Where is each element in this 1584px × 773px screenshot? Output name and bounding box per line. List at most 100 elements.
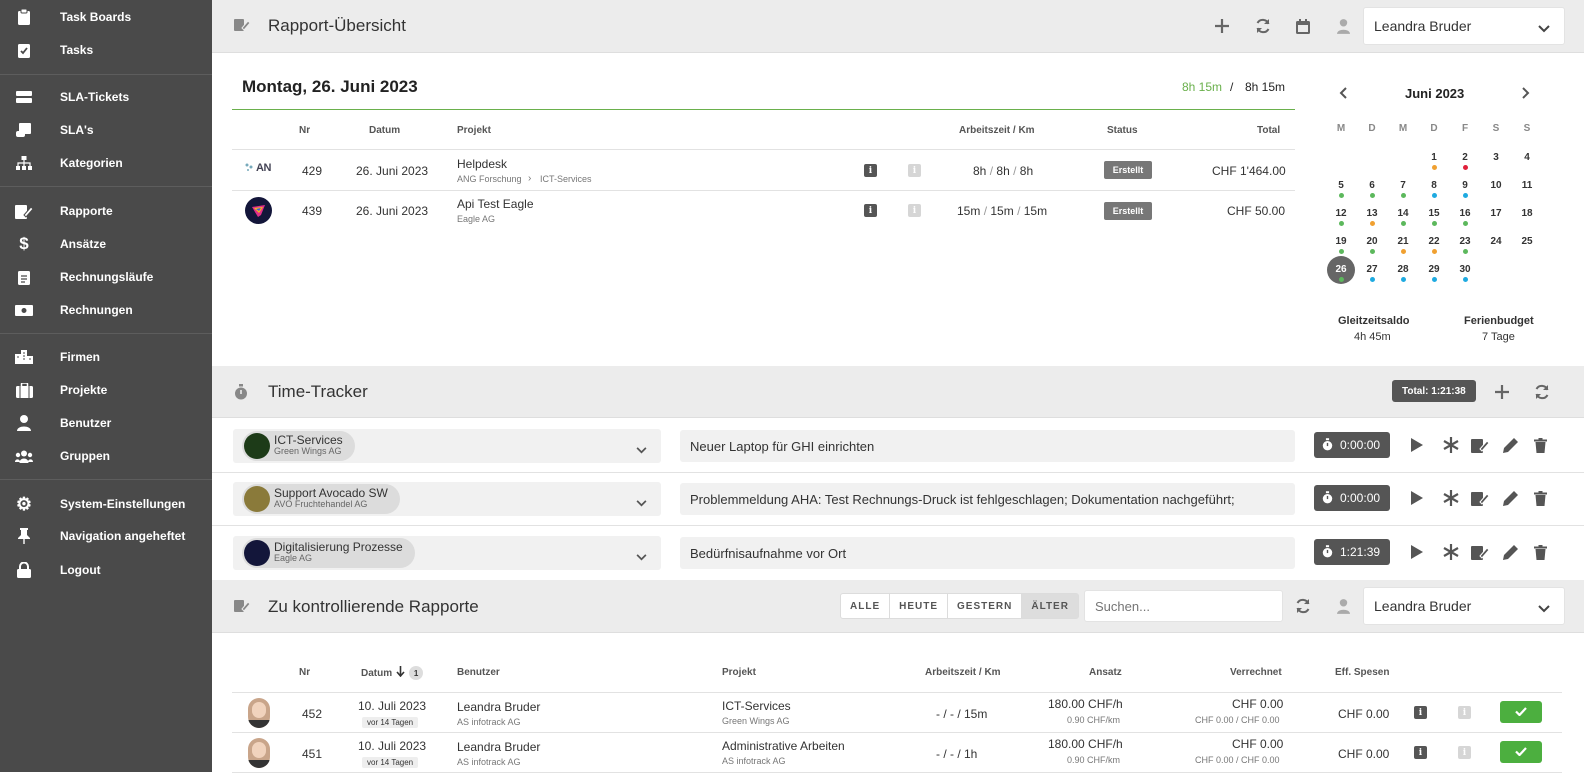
- divider: [212, 472, 1584, 473]
- approve-button[interactable]: [1500, 701, 1542, 723]
- info-icon[interactable]: i: [864, 164, 877, 177]
- calendar-day[interactable]: 24: [1486, 236, 1506, 247]
- col-benutzer: Benutzer: [457, 667, 500, 678]
- sidebar-item-kategorien[interactable]: Kategorien: [0, 148, 212, 178]
- play-icon[interactable]: [1407, 435, 1427, 455]
- filter-heute[interactable]: HEUTE: [890, 594, 949, 618]
- calendar-day[interactable]: 6: [1362, 180, 1382, 191]
- info-icon[interactable]: i: [908, 204, 921, 217]
- info-icon[interactable]: i: [1458, 706, 1471, 719]
- sidebar-item-task-boards[interactable]: Task Boards: [0, 2, 212, 32]
- calendar-day[interactable]: 5: [1331, 180, 1351, 191]
- project-select[interactable]: Digitalisierung Prozesse Eagle AG: [233, 536, 661, 570]
- calendar-day[interactable]: 11: [1517, 180, 1537, 191]
- calendar-day[interactable]: 13: [1362, 208, 1382, 219]
- pencil-icon[interactable]: [1500, 435, 1520, 455]
- calendar-day[interactable]: 2: [1455, 152, 1475, 163]
- calendar-day[interactable]: 20: [1362, 236, 1382, 247]
- calendar-day[interactable]: 29: [1424, 264, 1444, 275]
- filter-gestern[interactable]: GESTERN: [948, 594, 1023, 618]
- calendar-day[interactable]: 7: [1393, 180, 1413, 191]
- project-select[interactable]: Support Avocado SW AVO Fruchtehandel AG: [233, 482, 661, 516]
- calendar-day[interactable]: 25: [1517, 236, 1537, 247]
- calendar-day[interactable]: 9: [1455, 180, 1475, 191]
- refresh-icon[interactable]: [1252, 15, 1274, 37]
- add-icon[interactable]: [1491, 381, 1513, 403]
- asterisk-icon[interactable]: [1441, 542, 1461, 562]
- calendar-day[interactable]: 4: [1517, 152, 1537, 163]
- calendar-day[interactable]: 3: [1486, 152, 1506, 163]
- add-icon[interactable]: [1211, 15, 1233, 37]
- sidebar-item-rechnungslaeufe[interactable]: Rechnungsläufe: [0, 262, 212, 292]
- info-icon[interactable]: i: [1414, 706, 1427, 719]
- calendar-day[interactable]: 18: [1517, 208, 1537, 219]
- report-edit-icon[interactable]: [1470, 542, 1490, 562]
- filter-alle[interactable]: ALLE: [841, 594, 891, 618]
- calendar-day[interactable]: 26: [1331, 264, 1351, 275]
- calendar-day[interactable]: 28: [1393, 264, 1413, 275]
- calendar-day[interactable]: 17: [1486, 208, 1506, 219]
- calendar-day[interactable]: 21: [1393, 236, 1413, 247]
- description-field[interactable]: Problemmeldung AHA: Test Rechnungs-Druck…: [680, 483, 1295, 515]
- sidebar-item-navigation-angeheftet[interactable]: Navigation angeheftet: [0, 521, 212, 551]
- info-icon[interactable]: i: [908, 164, 921, 177]
- trash-icon[interactable]: [1530, 488, 1550, 508]
- sidebar-item-benutzer[interactable]: Benutzer: [0, 408, 212, 438]
- calendar-day[interactable]: 12: [1331, 208, 1351, 219]
- info-icon[interactable]: i: [1414, 746, 1427, 759]
- asterisk-icon[interactable]: [1441, 435, 1461, 455]
- info-icon[interactable]: i: [1458, 746, 1471, 759]
- calendar-day[interactable]: 16: [1455, 208, 1475, 219]
- pencil-icon[interactable]: [1500, 542, 1520, 562]
- user-select[interactable]: Leandra Bruder: [1363, 7, 1565, 45]
- play-icon[interactable]: [1407, 542, 1427, 562]
- calendar-day[interactable]: 27: [1362, 264, 1382, 275]
- sidebar-item-ansaetze[interactable]: $ Ansätze: [0, 229, 212, 259]
- pencil-icon[interactable]: [1500, 488, 1520, 508]
- trash-icon[interactable]: [1530, 542, 1550, 562]
- timer-display[interactable]: 0:00:00: [1314, 485, 1390, 511]
- chevron-left-icon[interactable]: [1332, 82, 1354, 104]
- timer-display[interactable]: 1:21:39: [1314, 539, 1390, 565]
- calendar-icon[interactable]: [1292, 15, 1314, 37]
- col-datum-sort[interactable]: Datum 1: [361, 664, 424, 682]
- user-select[interactable]: Leandra Bruder: [1363, 587, 1565, 625]
- sidebar-item-projekte[interactable]: Projekte: [0, 375, 212, 405]
- asterisk-icon[interactable]: [1441, 488, 1461, 508]
- calendar-day[interactable]: 23: [1455, 236, 1475, 247]
- sidebar-item-rapporte[interactable]: Rapporte: [0, 196, 212, 226]
- sidebar-item-system-einstellungen[interactable]: ⚙ System-Einstellungen: [0, 489, 212, 519]
- calendar-day[interactable]: 14: [1393, 208, 1413, 219]
- refresh-icon[interactable]: [1292, 595, 1314, 617]
- calendar-day[interactable]: 8: [1424, 180, 1444, 191]
- sidebar-item-logout[interactable]: Logout: [0, 555, 212, 585]
- search-input[interactable]: [1084, 590, 1283, 622]
- project-select[interactable]: ICT-Services Green Wings AG: [233, 429, 661, 463]
- approve-button[interactable]: [1500, 741, 1542, 763]
- sidebar-item-gruppen[interactable]: Gruppen: [0, 441, 212, 471]
- report-edit-icon[interactable]: [1470, 488, 1490, 508]
- timer-display[interactable]: 0:00:00: [1314, 432, 1390, 458]
- description-field[interactable]: Bedürfnisaufnahme vor Ort: [680, 537, 1295, 569]
- calendar-day[interactable]: 15: [1424, 208, 1444, 219]
- chevron-right-icon[interactable]: [1515, 82, 1537, 104]
- description-field[interactable]: Neuer Laptop für GHI einrichten: [680, 430, 1295, 462]
- info-icon[interactable]: i: [864, 204, 877, 217]
- sidebar-item-tasks[interactable]: Tasks: [0, 35, 212, 65]
- sidebar-item-sla-tickets[interactable]: SLA-Tickets: [0, 82, 212, 112]
- calendar-day[interactable]: 10: [1486, 180, 1506, 191]
- play-icon[interactable]: [1407, 488, 1427, 508]
- divider: [232, 732, 1562, 733]
- trash-icon[interactable]: [1530, 435, 1550, 455]
- sidebar-item-firmen[interactable]: Firmen: [0, 342, 212, 372]
- calendar-day[interactable]: 19: [1331, 236, 1351, 247]
- sidebar-item-rechnungen[interactable]: Rechnungen: [0, 295, 212, 325]
- sidebar-item-slas[interactable]: SLA's: [0, 115, 212, 145]
- calendar-day[interactable]: 1: [1424, 152, 1444, 163]
- refresh-icon[interactable]: [1531, 381, 1553, 403]
- filter-aelter[interactable]: ÄLTER: [1022, 594, 1078, 618]
- report-edit-icon[interactable]: [1470, 435, 1490, 455]
- calendar-day[interactable]: 22: [1424, 236, 1444, 247]
- ferien-value: 7 Tage: [1482, 331, 1515, 343]
- calendar-day[interactable]: 30: [1455, 264, 1475, 275]
